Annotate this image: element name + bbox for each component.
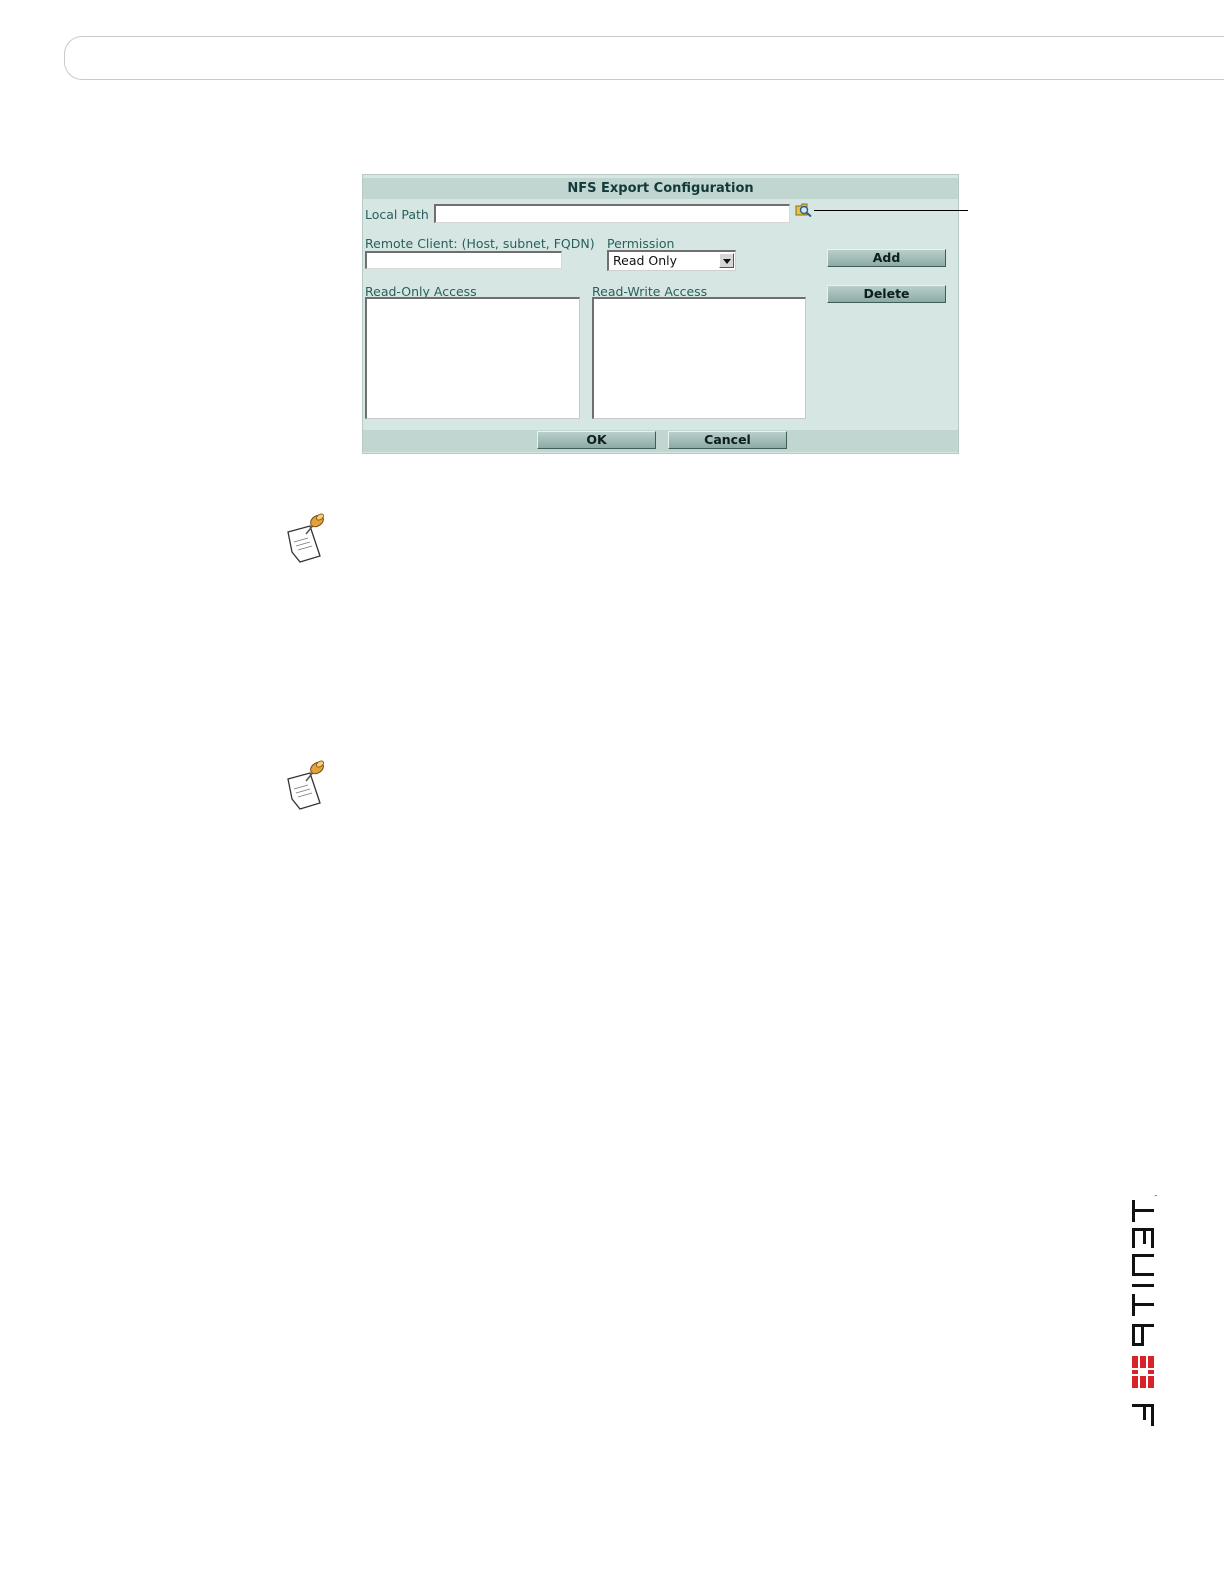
local-path-input[interactable]: [434, 204, 790, 223]
local-path-label: Local Path: [365, 207, 429, 222]
add-button[interactable]: Add: [827, 249, 946, 267]
dialog-footer: OK Cancel: [363, 430, 958, 452]
permission-select[interactable]: Read Only: [607, 250, 736, 271]
permission-label: Permission: [607, 236, 675, 251]
folder-search-icon[interactable]: [795, 202, 813, 218]
note-pin-icon: [287, 513, 324, 563]
chevron-down-icon[interactable]: [719, 253, 734, 268]
svg-text:™: ™: [1154, 1194, 1158, 1199]
delete-button[interactable]: Delete: [827, 285, 946, 303]
read-only-access-list[interactable]: [365, 297, 580, 419]
cancel-button[interactable]: Cancel: [668, 431, 787, 449]
permission-selected-value: Read Only: [613, 253, 678, 268]
callout-line: [814, 210, 968, 211]
page-header-bar: [64, 36, 1224, 80]
dialog-title: NFS Export Configuration: [363, 178, 958, 199]
fortinet-logo: ™: [1132, 1194, 1158, 1426]
nfs-export-dialog: NFS Export Configuration Local Path Remo…: [362, 174, 959, 454]
note-pin-icon: [287, 760, 324, 810]
read-write-access-list[interactable]: [592, 297, 806, 419]
ok-button[interactable]: OK: [537, 431, 656, 449]
remote-client-label: Remote Client: (Host, subnet, FQDN): [365, 236, 595, 251]
remote-client-input[interactable]: [365, 251, 562, 269]
